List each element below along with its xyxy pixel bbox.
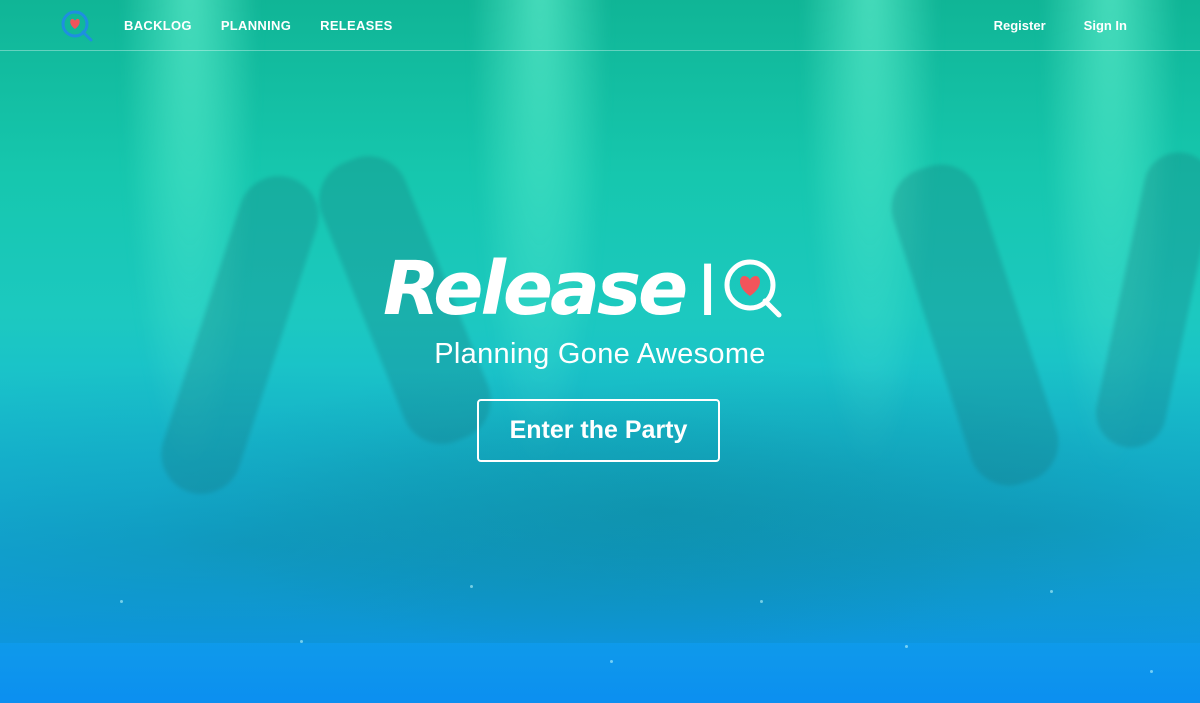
brand-iq: I [697, 255, 784, 326]
heart-q-icon [722, 255, 784, 326]
brand-logo: Release I [383, 236, 784, 326]
brand-i: I [697, 250, 718, 332]
enter-party-button[interactable]: Enter the Party [477, 399, 720, 462]
brand-word: Release [383, 246, 688, 332]
tagline: Planning Gone Awesome [434, 338, 766, 370]
hero: Release I Planning Gone Awesome Enter th… [0, 0, 1200, 703]
